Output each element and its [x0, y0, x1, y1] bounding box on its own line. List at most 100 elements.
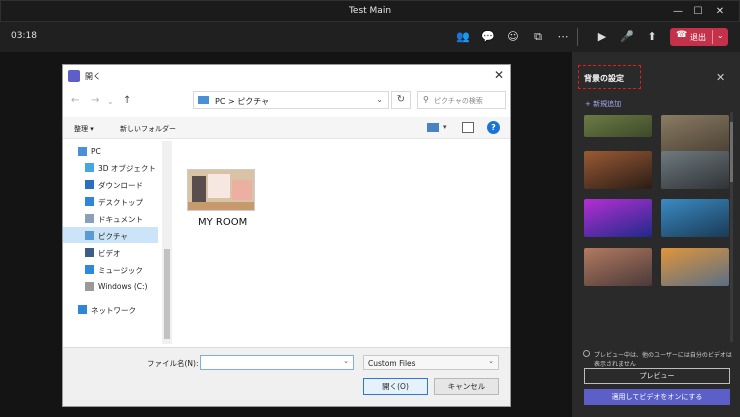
dialog-footer: ファイル名(N): ⌄ Custom Files ⌄ 開く(O) キャンセル [63, 347, 510, 406]
panel-scrollbar[interactable] [730, 112, 733, 342]
background-thumb-4[interactable] [661, 151, 729, 189]
up-arrow-icon[interactable]: ↑ [123, 95, 131, 106]
window-title: Test Main [348, 6, 392, 16]
preview-pane-icon[interactable] [462, 122, 474, 133]
maximize-icon[interactable]: ☐ [689, 4, 707, 20]
toolbar-divider [577, 28, 578, 46]
tree-item-label: ミュージック [98, 266, 143, 275]
background-thumb-5[interactable] [584, 199, 652, 237]
background-thumb-1[interactable] [584, 115, 652, 137]
background-thumb-3[interactable] [584, 151, 652, 189]
chevron-down-icon[interactable]: ⌄ [376, 95, 383, 104]
chevron-down-icon[interactable]: ⌄ [488, 357, 494, 365]
tree-scrollbar[interactable] [162, 141, 172, 344]
recent-dropdown-icon[interactable]: ⌄ [107, 97, 114, 106]
more-actions-icon[interactable]: ⋯ [555, 29, 571, 45]
chat-icon[interactable]: 💬 [480, 29, 496, 45]
close-icon[interactable]: ✕ [716, 71, 725, 84]
background-thumb-2[interactable] [661, 115, 729, 153]
command-bar: 整理 ▾ 新しいフォルダー ▾ ? [63, 117, 510, 139]
tree-item-label: ドキュメント [98, 215, 143, 224]
scrollbar-thumb[interactable] [730, 122, 733, 182]
reactions-icon[interactable]: ☺ [505, 29, 521, 45]
teams-meeting-window: Test Main — ☐ ✕ 03:18 👥 💬 ☺ ⧉ ⋯ ▶ 🎤 ⬆ ☎ … [0, 0, 740, 417]
pc-icon [78, 147, 87, 156]
tree-item[interactable]: ドキュメント [63, 210, 158, 226]
leave-button[interactable]: ☎ 退出 ⌄ [670, 28, 728, 46]
open-button[interactable]: 開く(O) [363, 378, 428, 395]
videos-icon [85, 248, 94, 257]
tree-item[interactable]: Windows (C:) [63, 278, 158, 294]
background-thumb-7[interactable] [584, 248, 652, 286]
dialog-close-icon[interactable]: ✕ [494, 68, 504, 82]
background-thumb-8[interactable] [661, 248, 729, 286]
chevron-down-icon[interactable]: ▾ [443, 123, 447, 131]
tree-item-label: ピクチャ [98, 232, 128, 241]
background-thumb-6[interactable] [661, 199, 729, 237]
preview-note: プレビュー中は、他のユーザーには自分のビデオは表示されません [594, 352, 732, 368]
preview-button[interactable]: プレビュー [584, 368, 730, 384]
tree-item[interactable]: デスクトップ [63, 193, 158, 209]
tree-item[interactable]: ネットワーク [63, 301, 158, 317]
meeting-toolbar: 03:18 👥 💬 ☺ ⧉ ⋯ ▶ 🎤 ⬆ ☎ 退出 ⌄ [0, 22, 740, 52]
leave-divider [712, 30, 713, 44]
drive-icon [85, 282, 94, 291]
search-icon: ⚲ [423, 95, 429, 104]
file-open-dialog: 開く ✕ ← → ⌄ ↑ PC > ピクチャ ⌄ ↻ ⚲ ピクチャの検索 整理 … [62, 64, 511, 407]
panel-title: 背景の設定 [584, 74, 624, 83]
share-tray-icon[interactable]: ⧉ [530, 29, 546, 45]
tree-item-label: PC [91, 147, 101, 156]
microphone-icon[interactable]: 🎤 [619, 29, 635, 45]
tree-item[interactable]: 3D オブジェクト [63, 159, 158, 175]
background-settings-panel: 背景の設定 ✕ + 新規追加 プレビュー中は、他のユーザーには自分のビデオは表示… [572, 52, 740, 417]
desktop-icon [85, 197, 94, 206]
filename-input[interactable]: ⌄ [200, 355, 354, 370]
leave-label: 退出 [690, 33, 706, 42]
close-window-icon[interactable]: ✕ [711, 4, 729, 20]
chevron-down-icon[interactable]: ⌄ [343, 357, 349, 365]
scrollbar-thumb[interactable] [164, 249, 170, 339]
share-screen-icon[interactable]: ⬆ [644, 29, 660, 45]
preview-radio[interactable] [583, 350, 590, 357]
view-options-icon[interactable] [427, 123, 439, 132]
cancel-button[interactable]: キャンセル [434, 378, 499, 395]
folder-thumbnail[interactable] [187, 169, 255, 211]
tree-item-label: デスクトップ [98, 198, 143, 207]
back-arrow-icon[interactable]: ← [71, 95, 79, 106]
navigation-tree: PC 3D オブジェクトダウンロードデスクトップ ドキュメント ピクチャビデオミュージ… [63, 141, 163, 344]
forward-arrow-icon[interactable]: → [91, 95, 99, 106]
dialog-title: 開く [85, 72, 101, 81]
tree-item-label: 3D オブジェクト [98, 164, 156, 173]
title-bar: Test Main — ☐ ✕ [0, 0, 740, 22]
folder-name[interactable]: MY ROOM [198, 217, 247, 228]
tree-item[interactable]: ビデオ [63, 244, 158, 260]
help-icon[interactable]: ? [487, 121, 500, 134]
tree-item-label: ネットワーク [91, 306, 136, 315]
music-icon [85, 265, 94, 274]
tree-item[interactable]: PC [63, 143, 158, 159]
pictures-icon [85, 231, 94, 240]
participants-icon[interactable]: 👥 [455, 29, 471, 45]
pc-icon [198, 96, 209, 104]
file-list: MY ROOM [173, 141, 510, 344]
new-folder-button[interactable]: 新しいフォルダー [120, 124, 176, 134]
tree-item[interactable]: ミュージック [63, 261, 158, 277]
tree-item[interactable]: ダウンロード [63, 176, 158, 192]
search-input[interactable]: ⚲ ピクチャの検索 [417, 91, 506, 109]
refresh-icon[interactable]: ↻ [391, 91, 411, 109]
network-icon [78, 305, 87, 314]
chevron-down-icon[interactable]: ⌄ [717, 31, 724, 40]
apply-video-button[interactable]: 適用してビデオをオンにする [584, 389, 730, 405]
3d-objects-icon [85, 163, 94, 172]
documents-icon [85, 214, 94, 223]
add-new-button[interactable]: + 新規追加 [585, 99, 621, 109]
organize-button[interactable]: 整理 ▾ [74, 124, 94, 134]
minimize-icon[interactable]: — [669, 4, 687, 20]
file-type-select[interactable]: Custom Files ⌄ [363, 355, 499, 370]
address-bar[interactable]: PC > ピクチャ ⌄ [193, 91, 389, 109]
download-icon [85, 180, 94, 189]
tree-item-label: Windows (C:) [98, 282, 148, 291]
camera-icon[interactable]: ▶ [594, 29, 610, 45]
tree-item[interactable]: ピクチャ [63, 227, 158, 243]
file-type-value: Custom Files [368, 359, 416, 368]
